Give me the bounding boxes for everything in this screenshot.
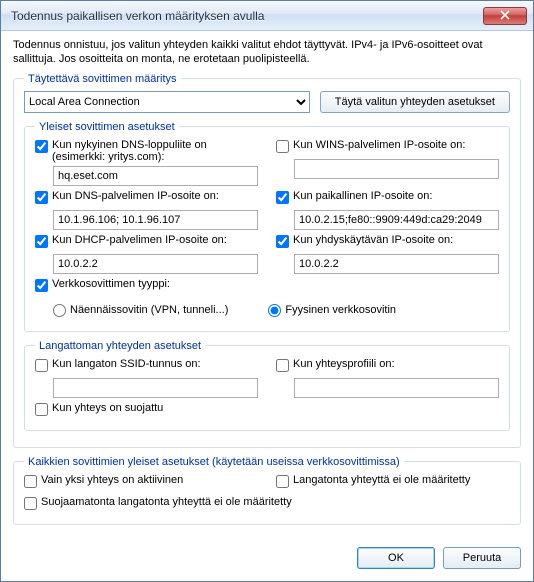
content-area: Todennus onnistuu, jos valitun yhteyden … bbox=[1, 31, 533, 541]
adapter-type-checkbox[interactable] bbox=[35, 279, 48, 292]
ok-button[interactable]: OK bbox=[357, 547, 435, 569]
global-settings-legend: Kaikkien sovittimien yleiset asetukset (… bbox=[24, 456, 404, 468]
wins-ip-checkbox[interactable] bbox=[276, 140, 289, 153]
dns-ip-checkbox[interactable] bbox=[35, 191, 48, 204]
adapter-type-virtual-radio[interactable] bbox=[53, 304, 66, 317]
general-adapter-legend: Yleiset sovittimen asetukset bbox=[35, 121, 179, 133]
gateway-ip-input[interactable] bbox=[294, 254, 499, 274]
adapter-type-physical-label: Fyysinen verkkosovitin bbox=[285, 304, 396, 316]
adapter-config-legend: Täytettävä sovittimen määritys bbox=[24, 73, 181, 85]
dialog-window: Todennus paikallisen verkon määrityksen … bbox=[0, 0, 534, 582]
dns-suffix-input[interactable] bbox=[53, 166, 258, 186]
dhcp-ip-input[interactable] bbox=[53, 254, 258, 274]
profile-label: Kun yhteysprofiili on: bbox=[293, 358, 395, 371]
dns-ip-input[interactable] bbox=[53, 210, 258, 230]
adapter-type-label: Verkkosovittimen tyyppi: bbox=[52, 278, 170, 291]
local-ip-label: Kun paikallinen IP-osoite on: bbox=[293, 190, 432, 203]
local-ip-checkbox[interactable] bbox=[276, 191, 289, 204]
window-title: Todennus paikallisen verkon määrityksen … bbox=[11, 9, 483, 23]
general-adapter-group: Yleiset sovittimen asetukset Kun nykyine… bbox=[24, 121, 510, 332]
no-unsecured-wifi-label: Suojaamatonta langatonta yhteyttä ei ole… bbox=[41, 496, 292, 509]
adapter-config-group: Täytettävä sovittimen määritys Local Are… bbox=[13, 73, 521, 448]
ssid-input[interactable] bbox=[53, 378, 258, 398]
dns-ip-label: Kun DNS-palvelimen IP-osoite on: bbox=[52, 190, 219, 203]
profile-input[interactable] bbox=[294, 378, 499, 398]
dhcp-ip-checkbox[interactable] bbox=[35, 235, 48, 248]
gateway-ip-label: Kun yhdyskäytävän IP-osoite on: bbox=[293, 234, 453, 247]
global-settings-group: Kaikkien sovittimien yleiset asetukset (… bbox=[13, 456, 521, 525]
dialog-footer: OK Peruuta bbox=[1, 541, 533, 581]
cancel-button[interactable]: Peruuta bbox=[443, 547, 521, 569]
adapter-type-virtual-label: Näennäissovitin (VPN, tunneli...) bbox=[70, 304, 228, 316]
wins-ip-input[interactable] bbox=[294, 159, 499, 179]
description-text: Todennus onnistuu, jos valitun yhteyden … bbox=[13, 39, 521, 67]
adapter-select[interactable]: Local Area Connection bbox=[24, 91, 310, 113]
close-icon bbox=[500, 10, 510, 20]
no-wireless-checkbox[interactable] bbox=[276, 475, 289, 488]
no-unsecured-wifi-checkbox[interactable] bbox=[24, 497, 37, 510]
profile-checkbox[interactable] bbox=[276, 359, 289, 372]
dns-suffix-label: Kun nykyinen DNS-loppuliite on (esimerkk… bbox=[52, 139, 258, 164]
adapter-type-physical-radio[interactable] bbox=[268, 304, 281, 317]
dns-suffix-checkbox[interactable] bbox=[35, 140, 48, 153]
local-ip-input[interactable] bbox=[294, 210, 499, 230]
ssid-checkbox[interactable] bbox=[35, 359, 48, 372]
wireless-group: Langattoman yhteyden asetukset Kun langa… bbox=[24, 340, 510, 431]
dhcp-ip-label: Kun DHCP-palvelimen IP-osoite on: bbox=[52, 234, 227, 247]
only-one-active-label: Vain yksi yhteys on aktiivinen bbox=[41, 474, 183, 487]
no-wireless-label: Langatonta yhteyttä ei ole määritetty bbox=[293, 474, 470, 487]
titlebar: Todennus paikallisen verkon määrityksen … bbox=[1, 1, 533, 31]
fill-settings-button[interactable]: Täytä valitun yhteyden asetukset bbox=[320, 91, 510, 113]
close-button[interactable] bbox=[483, 7, 527, 25]
only-one-active-checkbox[interactable] bbox=[24, 475, 37, 488]
secured-label: Kun yhteys on suojattu bbox=[52, 402, 163, 415]
wins-ip-label: Kun WINS-palvelimen IP-osoite on: bbox=[293, 139, 465, 152]
gateway-ip-checkbox[interactable] bbox=[276, 235, 289, 248]
secured-checkbox[interactable] bbox=[35, 403, 48, 416]
ssid-label: Kun langaton SSID-tunnus on: bbox=[52, 358, 201, 371]
wireless-legend: Langattoman yhteyden asetukset bbox=[35, 340, 205, 352]
